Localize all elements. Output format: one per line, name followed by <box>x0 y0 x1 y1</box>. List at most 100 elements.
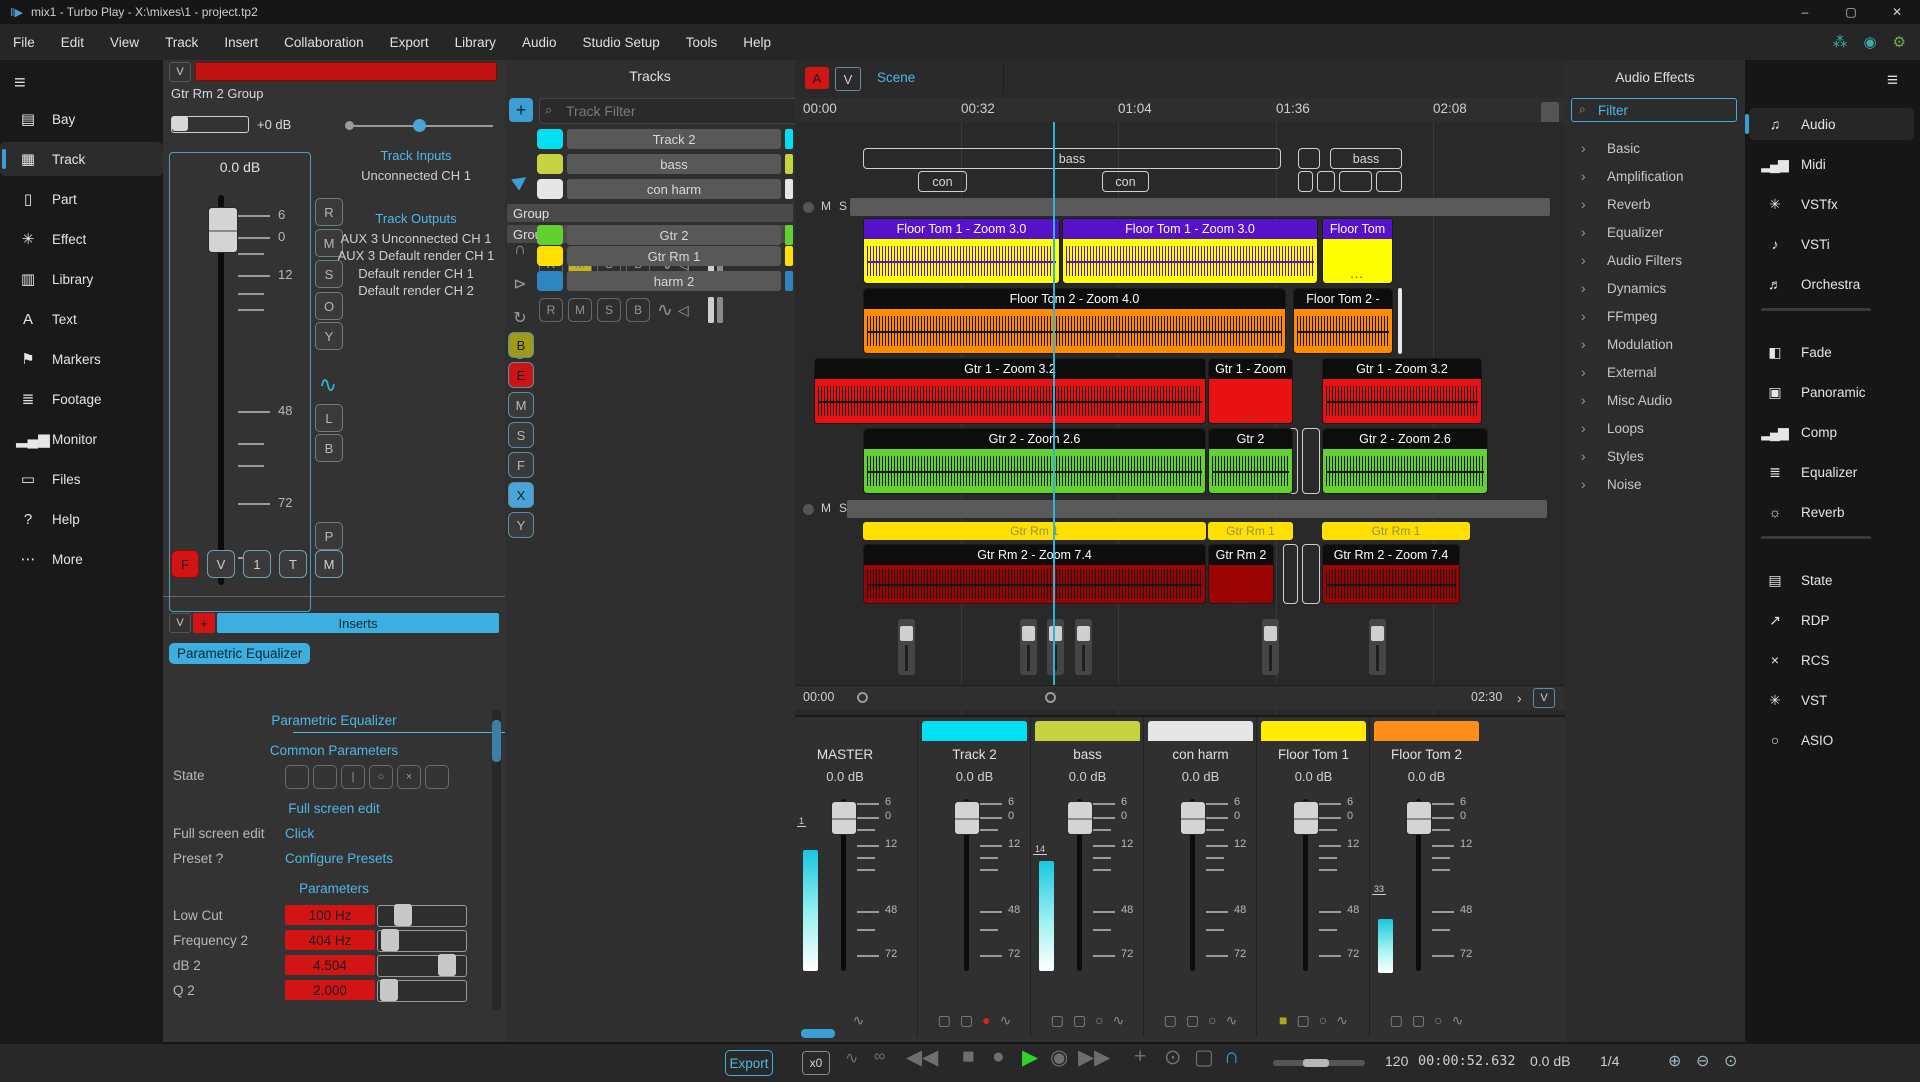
channel-icon-2[interactable]: ▢ <box>1073 1012 1086 1029</box>
effect-category[interactable]: › FFmpeg <box>1565 306 1745 330</box>
channel-fader-handle[interactable] <box>1180 801 1206 835</box>
channel-mode-button[interactable]: ∿ <box>315 372 341 398</box>
channel-fader-handle[interactable] <box>1406 801 1432 835</box>
minimize-button[interactable]: – <box>1782 0 1828 24</box>
track-tool-icon[interactable]: ▶ <box>503 163 536 196</box>
track-letter-button[interactable]: M <box>508 392 534 418</box>
track-color-chip[interactable] <box>537 246 563 266</box>
collapse-button[interactable]: V <box>169 62 191 82</box>
rightbar-item[interactable]: ◧ Fade <box>1749 336 1914 368</box>
pan-dot-left[interactable] <box>345 121 354 130</box>
sidebar-item[interactable]: ▥ Library <box>0 262 163 296</box>
channel-icon-2[interactable]: ▢ <box>1297 1012 1310 1029</box>
video-view-button[interactable]: V <box>835 67 861 91</box>
channel-color-header[interactable] <box>1148 721 1253 741</box>
eq-param-slider[interactable] <box>377 954 467 977</box>
speed-x0-button[interactable]: x0 <box>802 1051 830 1075</box>
channel-sine-icon[interactable]: ∿ <box>1000 1012 1012 1029</box>
db-display[interactable]: 0.0 dB <box>1530 1053 1570 1069</box>
rightbar-item[interactable]: ▂▄▆ Comp <box>1749 416 1914 448</box>
group-solo-label[interactable]: S <box>839 501 847 515</box>
track-letter-button[interactable]: Y <box>508 512 534 538</box>
transport-icon[interactable]: ∩ <box>1224 1045 1239 1069</box>
track-color-chip[interactable] <box>537 129 563 149</box>
transport-icon[interactable]: ■ <box>962 1045 975 1069</box>
channel-fader-handle[interactable] <box>1067 801 1093 835</box>
transport-icon[interactable]: ∿ <box>845 1048 858 1068</box>
eq-param-value[interactable]: 404 Hz <box>285 930 375 950</box>
group-mute-label[interactable]: M <box>821 199 831 213</box>
audio-view-button[interactable]: A <box>805 67 829 89</box>
channel-color-header[interactable] <box>1035 721 1140 741</box>
add-track-button[interactable]: + <box>509 98 533 122</box>
bypass-button[interactable]: B <box>626 298 650 322</box>
channel-icon-2[interactable]: ▢ <box>960 1012 973 1029</box>
eq-state-box[interactable]: × <box>397 765 421 789</box>
track-letter-button[interactable]: S <box>508 422 534 448</box>
audio-clip[interactable]: Gtr 1 - Zoom 3.2 <box>1322 358 1482 424</box>
audio-clip[interactable]: Gtr 1 - Zoom … <box>1208 358 1293 424</box>
track-row[interactable]: Gtr Rm 1 <box>537 246 793 268</box>
empty-clip-outline[interactable] <box>1298 148 1320 169</box>
transport-icon[interactable]: ▢ <box>1194 1045 1214 1070</box>
channel-sine-icon[interactable]: ∿ <box>1336 1012 1348 1029</box>
track-name[interactable]: Gtr Rm 1 <box>567 246 781 266</box>
menu-item[interactable]: Library <box>442 35 509 50</box>
channel-color-header[interactable] <box>922 721 1027 741</box>
thin-clip-bar[interactable] <box>1398 288 1402 354</box>
channel-icon-1[interactable]: ▢ <box>1051 1012 1064 1029</box>
fader-handle[interactable] <box>208 207 238 253</box>
eq-fullscreen-link-center[interactable]: Full screen edit <box>163 801 505 816</box>
channel-icon-1[interactable]: ▢ <box>1164 1012 1177 1029</box>
channel-sine-icon[interactable]: ∿ <box>1113 1012 1125 1029</box>
effects-filter-input[interactable] <box>1571 98 1737 122</box>
effect-category[interactable]: › Equalizer <box>1565 222 1745 246</box>
rightbar-item[interactable]: ▤ State <box>1749 564 1914 596</box>
channel-icon-3[interactable]: ○ <box>1434 1012 1442 1029</box>
menu-item[interactable]: Edit <box>48 35 97 50</box>
solo-button[interactable]: S <box>597 298 621 322</box>
menubar-icon[interactable]: ⚙ <box>1893 33 1906 51</box>
effect-category[interactable]: › Basic <box>1565 138 1745 162</box>
audio-clip[interactable]: Floor Tom 2 - Zoom 4.0 <box>863 288 1286 354</box>
channel-icon-3[interactable]: ○ <box>1095 1012 1103 1029</box>
sidebar-item[interactable]: ▤ Bay <box>0 102 163 136</box>
menu-item[interactable]: View <box>97 35 152 50</box>
transport-icon[interactable]: ◀◀ <box>906 1045 938 1070</box>
automation-fader[interactable] <box>1075 619 1092 675</box>
channel-icon-1[interactable]: ▢ <box>1390 1012 1403 1029</box>
effect-category[interactable]: › Audio Filters <box>1565 250 1745 274</box>
sidebar-item[interactable]: ? Help <box>0 502 163 536</box>
transport-icon[interactable]: ⊙ <box>1164 1045 1182 1070</box>
audio-clip[interactable]: Floor Tom 1 - Zoom 3.0 <box>863 218 1060 284</box>
automation-fader[interactable] <box>1047 619 1064 675</box>
thin-clip-bar[interactable]: Gtr Rm 1 <box>1322 522 1470 540</box>
zoom-icon[interactable]: ⊖ <box>1696 1051 1709 1071</box>
track-color-chip[interactable] <box>537 154 563 174</box>
audio-clip[interactable]: Gtr 1 - Zoom 3.2 <box>814 358 1206 424</box>
eq-fullscreen-click-link[interactable]: Click <box>285 826 314 841</box>
channel-icon-1[interactable]: ▢ <box>938 1012 951 1029</box>
eq-state-box[interactable]: ○ <box>369 765 393 789</box>
track-tool-icon[interactable]: ⊳ <box>508 272 532 296</box>
menu-item[interactable]: File <box>0 35 48 50</box>
group-bar[interactable] <box>850 198 1550 216</box>
audio-clip[interactable]: Gtr 2 - Zoom 2.6 <box>863 428 1206 494</box>
audio-clip[interactable]: Floor Tom 1 - Zoom 3.0 <box>1062 218 1318 284</box>
empty-clip-outline[interactable] <box>1302 544 1320 604</box>
inserts-collapse-button[interactable]: V <box>169 613 191 633</box>
channel-sine-icon[interactable]: ∿ <box>1226 1012 1238 1029</box>
thin-clip-bar[interactable]: Gtr Rm 1 <box>1208 522 1293 540</box>
fader-rail[interactable] <box>218 195 224 585</box>
empty-clip-outline[interactable] <box>1376 171 1402 192</box>
empty-clip-outline[interactable] <box>1302 428 1320 494</box>
mute-button[interactable]: M <box>568 298 592 322</box>
audio-clip[interactable]: Gtr Rm 2 … <box>1208 544 1274 604</box>
menu-item[interactable]: Audio <box>509 35 570 50</box>
eq-param-value[interactable]: 2.000 <box>285 980 375 1000</box>
eq-param-slider[interactable] <box>377 904 467 927</box>
rightbar-item[interactable]: ▂▄▆ Midi <box>1749 148 1914 180</box>
channel-fader-handle[interactable] <box>954 801 980 835</box>
sidebar-item[interactable]: ≣ Footage <box>0 382 163 416</box>
track-name[interactable]: Track 2 <box>567 129 781 149</box>
